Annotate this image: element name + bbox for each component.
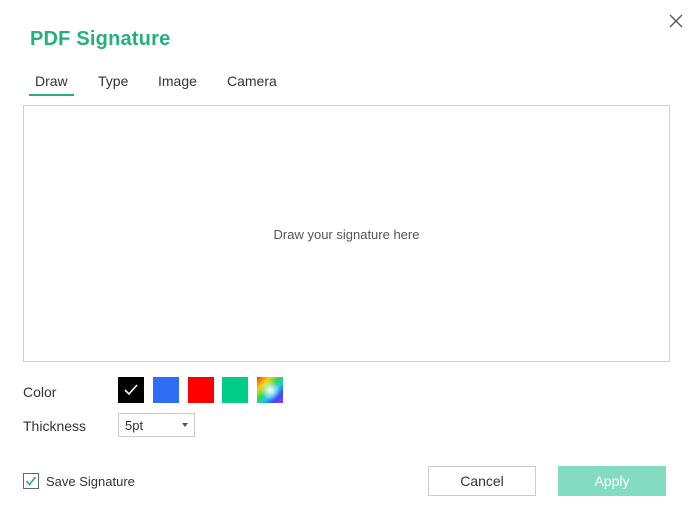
apply-button[interactable]: Apply xyxy=(558,466,666,496)
signature-canvas[interactable]: Draw your signature here xyxy=(23,105,670,362)
dialog-title: PDF Signature xyxy=(30,28,171,50)
checkmark-icon xyxy=(124,384,138,396)
color-label: Color xyxy=(23,384,57,400)
color-swatch-green[interactable] xyxy=(222,377,248,403)
color-swatch-blue[interactable] xyxy=(153,377,179,403)
close-icon[interactable] xyxy=(667,12,685,30)
color-swatch-red[interactable] xyxy=(188,377,214,403)
canvas-placeholder: Draw your signature here xyxy=(273,227,420,242)
color-swatch-black[interactable] xyxy=(118,377,144,403)
tab-type[interactable]: Type xyxy=(98,72,128,94)
thickness-label: Thickness xyxy=(23,418,87,434)
tab-image[interactable]: Image xyxy=(158,72,197,94)
save-signature-checkbox[interactable] xyxy=(23,473,39,489)
checkmark-icon xyxy=(25,476,37,486)
cancel-button[interactable]: Cancel xyxy=(428,466,536,496)
color-swatch-custom[interactable] xyxy=(257,377,283,403)
chevron-down-icon xyxy=(182,423,188,427)
tab-draw[interactable]: Draw xyxy=(29,72,74,96)
save-signature-label[interactable]: Save Signature xyxy=(46,474,135,489)
thickness-select[interactable]: 5pt xyxy=(118,413,195,437)
thickness-value: 5pt xyxy=(125,418,144,433)
tab-camera[interactable]: Camera xyxy=(227,72,277,94)
